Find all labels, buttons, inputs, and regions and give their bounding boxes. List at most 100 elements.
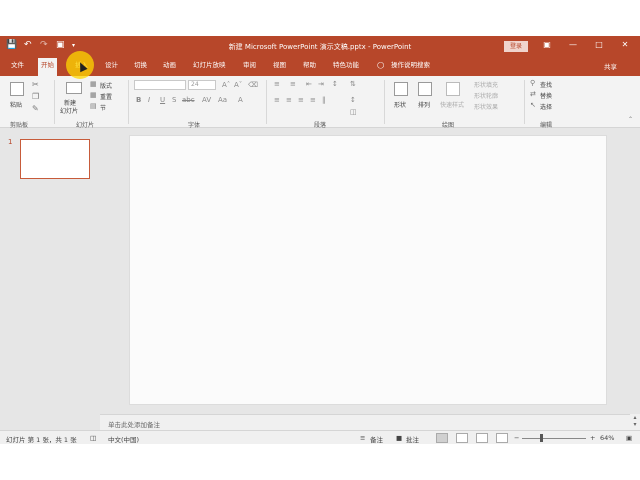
tab-view[interactable]: 视图	[270, 60, 289, 76]
powerpoint-window: 💾 ↶ ↷ ▣ ▾ 新建 Microsoft PowerPoint 演示文稿.p…	[0, 36, 640, 444]
select-icon[interactable]: ↖	[530, 101, 536, 109]
strikethrough-icon[interactable]: abc	[182, 96, 195, 104]
select-button[interactable]: 选择	[540, 102, 552, 111]
align-right-icon[interactable]: ≡	[298, 96, 304, 104]
tab-design[interactable]: 设计	[102, 60, 121, 76]
fit-to-window-icon[interactable]: ▣	[626, 434, 632, 442]
vertical-scrollbar[interactable]: ▴ ▾	[630, 414, 640, 430]
tab-home[interactable]: 开始	[38, 58, 57, 76]
login-button[interactable]: 登录	[504, 41, 528, 52]
close-icon[interactable]: ✕	[618, 40, 632, 49]
arrange-icon[interactable]	[418, 82, 432, 96]
shadow-icon[interactable]: S	[172, 96, 176, 104]
replace-icon[interactable]: ⇄	[530, 90, 536, 98]
text-direction-icon[interactable]: ⇅	[350, 80, 356, 88]
tab-review[interactable]: 审阅	[240, 60, 259, 76]
copy-icon[interactable]: ❐	[32, 92, 39, 101]
shapes-icon[interactable]	[394, 82, 408, 96]
new-slide-button[interactable]: 幻灯片	[60, 106, 78, 115]
shrink-font-icon[interactable]: Aˇ	[234, 81, 242, 89]
font-name-combo[interactable]	[134, 80, 186, 90]
normal-view-button[interactable]	[436, 433, 448, 443]
group-divider	[128, 80, 129, 124]
find-button[interactable]: 查找	[540, 80, 552, 89]
bullets-icon[interactable]: ≡	[274, 80, 280, 88]
tab-transitions[interactable]: 切换	[131, 60, 150, 76]
paste-button[interactable]: 粘贴	[10, 100, 22, 109]
tab-slideshow[interactable]: 幻灯片放映	[190, 60, 229, 76]
zoom-slider-thumb[interactable]	[540, 434, 544, 442]
tab-file[interactable]: 文件	[8, 60, 27, 76]
decrease-indent-icon[interactable]: ⇤	[306, 80, 312, 88]
paste-icon[interactable]	[10, 82, 24, 96]
bold-icon[interactable]: B	[136, 96, 141, 104]
font-size-combo[interactable]: 24	[188, 80, 216, 90]
shape-outline-button[interactable]: 形状轮廓	[474, 91, 498, 100]
group-divider	[384, 80, 385, 124]
reset-button[interactable]: 重置	[100, 92, 112, 101]
notes-placeholder: 单击此处添加备注	[108, 421, 160, 429]
numbering-icon[interactable]: ≡	[290, 80, 296, 88]
arrange-button[interactable]: 排列	[418, 100, 430, 109]
format-painter-icon[interactable]: ✎	[32, 104, 39, 113]
language-status[interactable]: 中文(中国)	[108, 434, 139, 444]
zoom-slider[interactable]	[522, 438, 586, 439]
cut-icon[interactable]: ✂	[32, 80, 39, 89]
ribbon-tabs: 文件 开始 插入 设计 切换 动画 幻灯片放映 审阅 视图 帮助 特色功能 ◯ …	[0, 56, 640, 76]
lightbulb-icon: ◯	[377, 61, 385, 69]
group-divider	[524, 80, 525, 124]
quick-styles-button[interactable]: 快速样式	[440, 100, 464, 109]
slideshow-view-button[interactable]	[496, 433, 508, 443]
tell-me-search[interactable]: 操作说明搜索	[388, 60, 433, 76]
underline-icon[interactable]: U	[160, 96, 165, 104]
maximize-icon[interactable]: □	[592, 40, 606, 49]
notes-toggle-icon[interactable]: ≡	[360, 434, 365, 442]
notes-toggle-button[interactable]: 备注	[370, 434, 383, 444]
align-center-icon[interactable]: ≡	[286, 96, 292, 104]
reset-icon[interactable]: ▦	[90, 91, 97, 99]
share-button[interactable]: 共享	[604, 61, 617, 71]
increase-indent-icon[interactable]: ⇥	[318, 80, 324, 88]
font-color-icon[interactable]: A	[238, 96, 243, 104]
align-left-icon[interactable]: ≡	[274, 96, 280, 104]
zoom-in-icon[interactable]: +	[590, 434, 595, 442]
slide-thumbnail[interactable]	[20, 139, 90, 179]
char-spacing-icon[interactable]: AV	[202, 96, 211, 104]
justify-icon[interactable]: ≡	[310, 96, 316, 104]
zoom-level[interactable]: 64%	[600, 434, 614, 442]
line-spacing-icon[interactable]: ↕	[332, 80, 338, 88]
layout-icon[interactable]: ▦	[90, 80, 97, 88]
section-icon[interactable]: ▤	[90, 102, 97, 110]
minimize-icon[interactable]: —	[566, 40, 580, 49]
zoom-out-icon[interactable]: −	[514, 434, 519, 442]
columns-icon[interactable]: ‖	[322, 96, 326, 104]
tab-special-features[interactable]: 特色功能	[330, 60, 362, 76]
align-text-icon[interactable]: ↕	[350, 96, 356, 104]
tab-animations[interactable]: 动画	[160, 60, 179, 76]
slide-canvas[interactable]	[130, 136, 606, 404]
smartart-icon[interactable]: ◫	[350, 108, 357, 116]
shape-effects-button[interactable]: 形状效果	[474, 102, 498, 111]
italic-icon[interactable]: I	[148, 96, 150, 104]
find-icon[interactable]: ⚲	[530, 79, 535, 87]
reading-view-button[interactable]	[476, 433, 488, 443]
comments-icon[interactable]: ■	[396, 434, 402, 442]
grow-font-icon[interactable]: Aˆ	[222, 81, 230, 89]
spelling-icon[interactable]: ◫	[90, 434, 96, 442]
shape-fill-button[interactable]: 形状填充	[474, 80, 498, 89]
slide-sorter-button[interactable]	[456, 433, 468, 443]
collapse-ribbon-icon[interactable]: ⌃	[628, 116, 633, 123]
new-slide-icon[interactable]	[66, 82, 82, 94]
comments-button[interactable]: 批注	[406, 434, 419, 444]
quick-styles-icon[interactable]	[446, 82, 460, 96]
layout-button[interactable]: 版式	[100, 81, 112, 90]
tab-help[interactable]: 帮助	[300, 60, 319, 76]
slide-number: 1	[8, 138, 13, 146]
notes-pane[interactable]: 单击此处添加备注	[100, 414, 630, 430]
ribbon-display-icon[interactable]: ▣	[540, 40, 554, 49]
replace-button[interactable]: 替换	[540, 91, 552, 100]
clear-format-icon[interactable]: ⌫	[248, 81, 258, 89]
shapes-button[interactable]: 形状	[394, 100, 406, 109]
section-button[interactable]: 节	[100, 103, 106, 112]
change-case-icon[interactable]: Aa	[218, 96, 227, 104]
